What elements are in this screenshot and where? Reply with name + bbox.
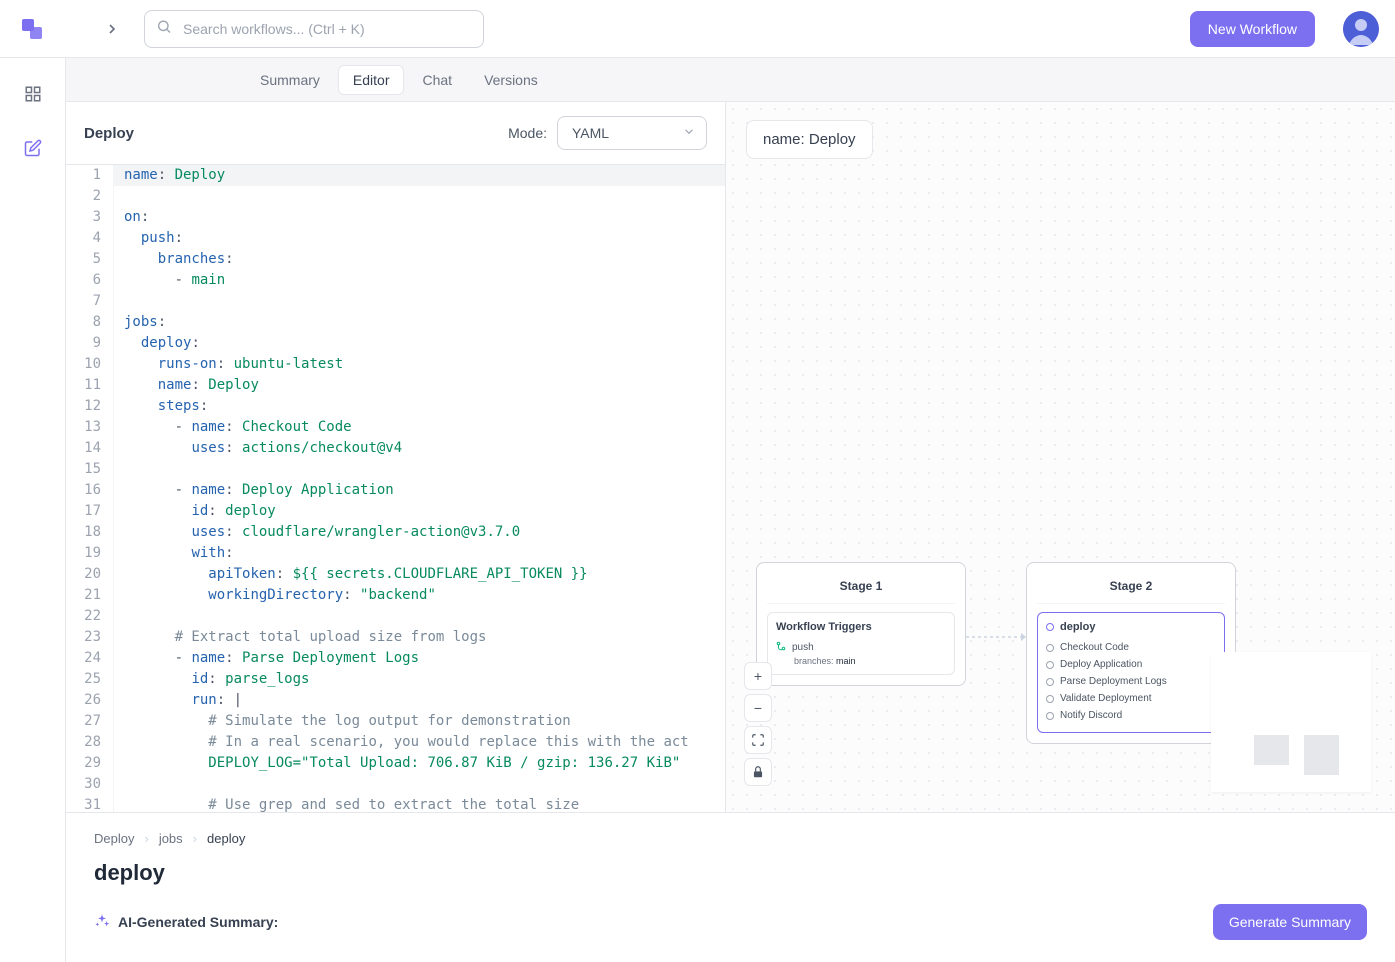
trigger-name: push — [792, 642, 814, 653]
code-line[interactable]: 25 id: parse_logs — [66, 669, 725, 690]
lock-view-button[interactable] — [744, 758, 772, 786]
branch-icon — [776, 641, 786, 654]
connector-line — [966, 632, 1026, 642]
workflow-step[interactable]: Validate Deployment — [1046, 690, 1216, 707]
code-line[interactable]: 2 — [66, 186, 725, 207]
chevron-right-icon: › — [193, 831, 197, 846]
breadcrumb: Deploy › jobs › deploy — [94, 831, 1367, 846]
code-line[interactable]: 16 - name: Deploy Application — [66, 480, 725, 501]
code-line[interactable]: 8jobs: — [66, 312, 725, 333]
code-line[interactable]: 30 — [66, 774, 725, 795]
search-icon — [156, 18, 172, 39]
workflow-step[interactable]: Parse Deployment Logs — [1046, 673, 1216, 690]
chevron-down-icon — [682, 125, 696, 142]
code-line[interactable]: 17 id: deploy — [66, 501, 725, 522]
stage2-title: Stage 2 — [1037, 573, 1225, 604]
mode-label: Mode: — [508, 125, 547, 141]
code-editor[interactable]: 1name: Deploy2 3on:4 push:5 branches:6 -… — [66, 165, 725, 812]
new-workflow-button[interactable]: New Workflow — [1190, 11, 1315, 47]
panel-title: deploy — [94, 860, 1367, 886]
code-line[interactable]: 14 uses: actions/checkout@v4 — [66, 438, 725, 459]
workflow-step[interactable]: Deploy Application — [1046, 656, 1216, 673]
code-line[interactable]: 24 - name: Parse Deployment Logs — [66, 648, 725, 669]
canvas[interactable]: name: Deploy Stage 1 Workflow Triggers p… — [726, 102, 1395, 812]
sparkle-icon — [94, 913, 110, 932]
bottom-panel: Deploy › jobs › deploy deploy AI-Generat… — [66, 812, 1395, 962]
topbar: New Workflow — [0, 0, 1395, 58]
trigger-row: push — [776, 639, 946, 656]
code-line[interactable]: 26 run: | — [66, 690, 725, 711]
code-line[interactable]: 15 — [66, 459, 725, 480]
code-line[interactable]: 28 # In a real scenario, you would repla… — [66, 732, 725, 753]
mode-value: YAML — [572, 125, 609, 141]
main: Summary Editor Chat Versions Deploy Mode… — [66, 58, 1395, 962]
code-line[interactable]: 11 name: Deploy — [66, 375, 725, 396]
search-input[interactable] — [144, 10, 484, 48]
chevron-right-icon: › — [144, 831, 148, 846]
canvas-controls: + − — [744, 662, 772, 786]
code-line[interactable]: 20 apiToken: ${{ secrets.CLOUDFLARE_API_… — [66, 564, 725, 585]
workflow-triggers-title: Workflow Triggers — [776, 621, 946, 633]
user-avatar[interactable] — [1343, 11, 1379, 47]
code-line[interactable]: 22 — [66, 606, 725, 627]
code-line[interactable]: 21 workingDirectory: "backend" — [66, 585, 725, 606]
code-line[interactable]: 23 # Extract total upload size from logs — [66, 627, 725, 648]
content-split: Deploy Mode: YAML 1name: Deploy2 3on:4 p… — [66, 102, 1395, 812]
workflow-step[interactable]: Notify Discord — [1046, 707, 1216, 724]
editor-header: Deploy Mode: YAML — [66, 102, 725, 165]
breadcrumb-item[interactable]: jobs — [159, 831, 183, 846]
code-line[interactable]: 27 # Simulate the log output for demonst… — [66, 711, 725, 732]
tabs-row: Summary Editor Chat Versions — [66, 58, 1395, 102]
code-line[interactable]: 3on: — [66, 207, 725, 228]
stage1-title: Stage 1 — [767, 573, 955, 604]
summary-row: AI-Generated Summary: Generate Summary — [94, 904, 1367, 940]
rail-edit-button[interactable] — [15, 130, 51, 166]
app-logo — [16, 13, 48, 45]
canvas-title: name: Deploy — [746, 120, 873, 159]
stage2-job-title: deploy — [1046, 621, 1216, 633]
stage-card-2[interactable]: Stage 2 deploy Checkout CodeDeploy Appli… — [1026, 562, 1236, 744]
code-line[interactable]: 7 — [66, 291, 725, 312]
workflow-step[interactable]: Checkout Code — [1046, 639, 1216, 656]
mode-select[interactable]: YAML — [557, 116, 707, 150]
tab-versions[interactable]: Versions — [470, 66, 552, 94]
code-line[interactable]: 10 runs-on: ubuntu-latest — [66, 354, 725, 375]
code-line[interactable]: 29 DEPLOY_LOG="Total Upload: 706.87 KiB … — [66, 753, 725, 774]
stage-card-1[interactable]: Stage 1 Workflow Triggers push branches:… — [756, 562, 966, 686]
code-line[interactable]: 18 uses: cloudflare/wrangler-action@v3.7… — [66, 522, 725, 543]
tab-summary[interactable]: Summary — [246, 66, 334, 94]
code-line[interactable]: 13 - name: Checkout Code — [66, 417, 725, 438]
stage2-inner: deploy Checkout CodeDeploy ApplicationPa… — [1037, 612, 1225, 733]
ai-summary-label: AI-Generated Summary: — [94, 913, 278, 932]
code-line[interactable]: 12 steps: — [66, 396, 725, 417]
editor-title: Deploy — [84, 125, 134, 142]
zoom-out-button[interactable]: − — [744, 694, 772, 722]
breadcrumb-item[interactable]: deploy — [207, 831, 245, 846]
code-line[interactable]: 5 branches: — [66, 249, 725, 270]
rail-grid-button[interactable] — [15, 76, 51, 112]
editor-column: Deploy Mode: YAML 1name: Deploy2 3on:4 p… — [66, 102, 726, 812]
fit-view-button[interactable] — [744, 726, 772, 754]
code-line[interactable]: 31 # Use grep and sed to extract the tot… — [66, 795, 725, 812]
tab-editor[interactable]: Editor — [338, 65, 405, 95]
expand-sidebar-button[interactable] — [96, 13, 128, 45]
code-line[interactable]: 19 with: — [66, 543, 725, 564]
zoom-in-button[interactable]: + — [744, 662, 772, 690]
code-line[interactable]: 6 - main — [66, 270, 725, 291]
code-line[interactable]: 4 push: — [66, 228, 725, 249]
breadcrumb-item[interactable]: Deploy — [94, 831, 134, 846]
minimap[interactable] — [1211, 652, 1371, 792]
mode-wrapper: Mode: YAML — [508, 116, 707, 150]
code-line[interactable]: 1name: Deploy — [66, 165, 725, 186]
code-line[interactable]: 9 deploy: — [66, 333, 725, 354]
tab-chat[interactable]: Chat — [408, 66, 466, 94]
generate-summary-button[interactable]: Generate Summary — [1213, 904, 1367, 940]
trigger-branches: branches: main — [776, 656, 946, 666]
left-rail — [0, 58, 66, 962]
search-wrapper — [144, 10, 484, 48]
stage1-inner: Workflow Triggers push branches: main — [767, 612, 955, 675]
